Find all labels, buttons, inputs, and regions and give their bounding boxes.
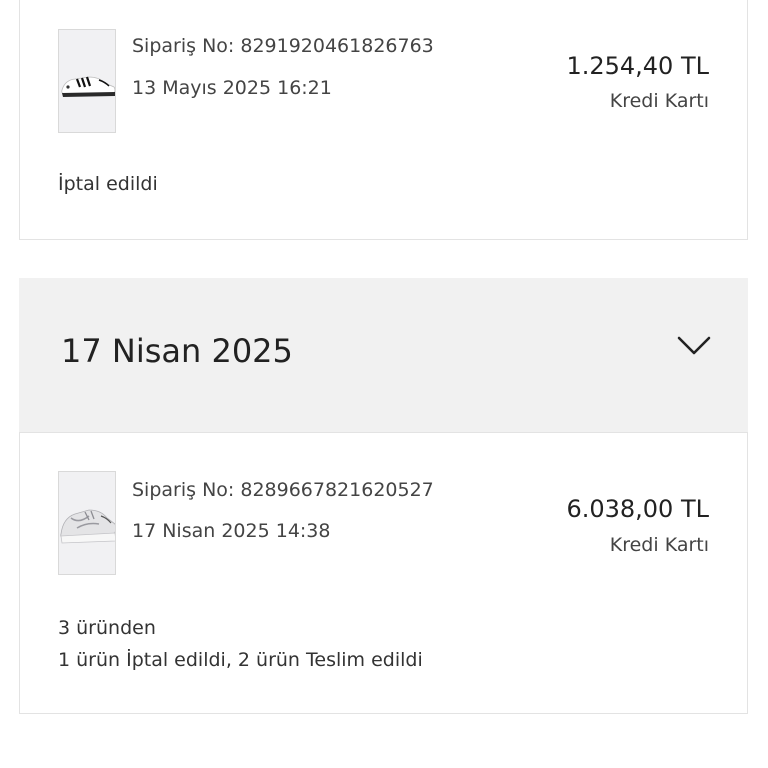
order-number: Sipariş No: 8291920461826763	[132, 35, 434, 57]
product-thumbnail[interactable]	[58, 471, 116, 575]
order-date: 13 Mayıs 2025 16:21	[132, 77, 332, 99]
order-number: Sipariş No: 8289667821620527	[132, 479, 434, 501]
order-card[interactable]: Sipariş No: 8291920461826763 13 Mayıs 20…	[19, 0, 748, 240]
chevron-down-icon[interactable]	[676, 334, 712, 358]
product-thumbnail[interactable]	[58, 29, 116, 133]
order-amount: 6.038,00 TL	[566, 495, 709, 523]
order-status-detail: 1 ürün İptal edildi, 2 ürün Teslim edild…	[58, 649, 423, 671]
payment-method: Kredi Kartı	[609, 534, 709, 556]
order-date: 17 Nisan 2025 14:38	[132, 520, 331, 542]
order-status: İptal edildi	[58, 173, 158, 195]
date-group-title: 17 Nisan 2025	[61, 332, 293, 370]
date-group-header[interactable]: 17 Nisan 2025	[19, 278, 748, 432]
order-card[interactable]: Sipariş No: 8289667821620527 17 Nisan 20…	[19, 432, 748, 714]
payment-method: Kredi Kartı	[609, 90, 709, 112]
order-amount: 1.254,40 TL	[566, 52, 709, 80]
order-status-summary: 3 üründen	[58, 617, 156, 639]
sneaker-image	[60, 509, 115, 544]
sneaker-image	[61, 76, 115, 97]
